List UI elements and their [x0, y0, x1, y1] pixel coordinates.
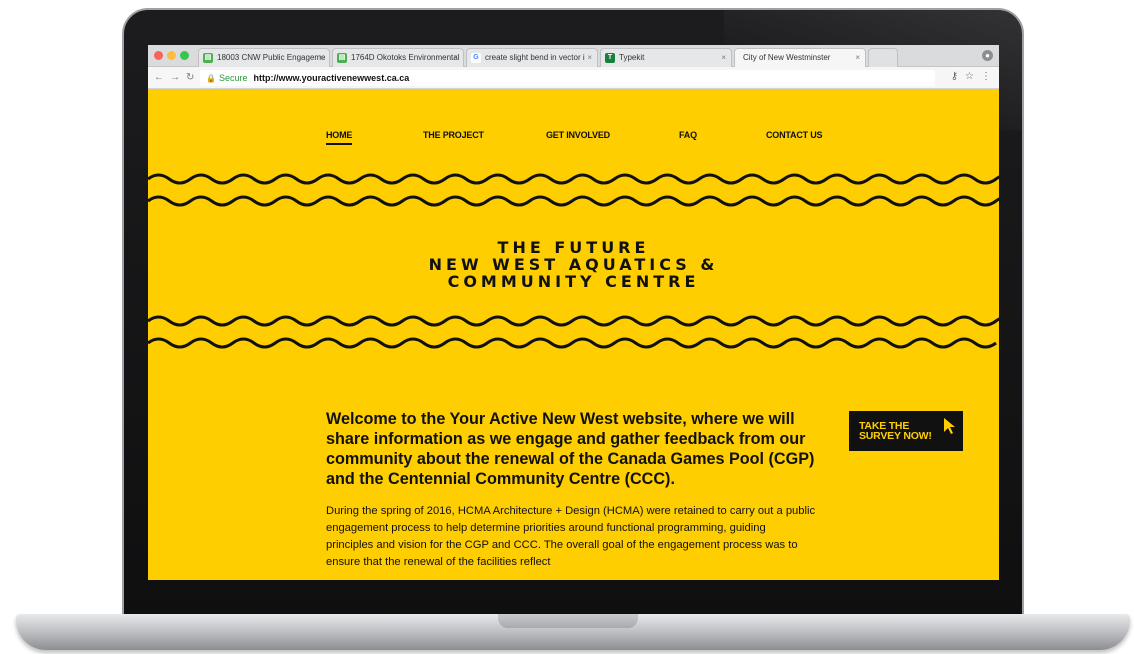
- hero-line-1: THE FUTURE: [497, 238, 650, 257]
- browser-window: ▤ 18003 CNW Public Engageme × ▤ 1764D Ok…: [148, 45, 999, 580]
- browser-tab-active[interactable]: City of New Westminster ×: [734, 48, 866, 67]
- take-survey-button[interactable]: TAKE THE SURVEY NOW!: [849, 411, 963, 451]
- wave-line: [148, 337, 997, 349]
- tab-bar: ▤ 18003 CNW Public Engageme × ▤ 1764D Ok…: [148, 45, 999, 67]
- hero-title: THE FUTURE NEW WEST AQUATICS & COMMUNITY…: [148, 239, 999, 290]
- nav-faq[interactable]: FAQ: [679, 130, 697, 140]
- browser-tab[interactable]: ▤ 18003 CNW Public Engageme ×: [198, 48, 330, 67]
- menu-dots-icon[interactable]: ⋮: [981, 71, 991, 82]
- close-tab-icon[interactable]: ×: [453, 49, 458, 66]
- cursor-arrow-icon: [944, 418, 955, 434]
- browser-tab[interactable]: T Typekit ×: [600, 48, 732, 67]
- url-input[interactable]: 🔒 Secure http://www.youractivenewwest.ca.c…: [200, 70, 935, 86]
- lock-icon: 🔒: [206, 74, 216, 83]
- close-tab-icon[interactable]: ×: [721, 49, 726, 66]
- address-bar: ← → ↻ 🔒 Secure http://www.youractivenewwes…: [148, 67, 999, 89]
- wave-line: [148, 173, 999, 185]
- nav-home[interactable]: HOME: [326, 130, 352, 145]
- hero-line-3: COMMUNITY CENTRE: [447, 272, 700, 291]
- toolbar-icons: ⚷ ☆ ⋮: [944, 71, 991, 82]
- typekit-icon: T: [605, 53, 615, 63]
- wave-line: [148, 315, 999, 327]
- document-icon: ▤: [203, 53, 213, 63]
- back-arrow-icon[interactable]: ←: [154, 71, 164, 85]
- new-tab-button[interactable]: [868, 48, 898, 67]
- browser-tab[interactable]: ▤ 1764D Okotoks Environmental ×: [332, 48, 464, 67]
- tab-title: City of New Westminster: [743, 53, 831, 62]
- nav-get-involved[interactable]: GET INVOLVED: [546, 130, 610, 140]
- browser-tab[interactable]: G create slight bend in vector i ×: [466, 48, 598, 67]
- nav-the-project[interactable]: THE PROJECT: [423, 130, 484, 140]
- close-window-button[interactable]: [154, 51, 163, 60]
- bottom-wave-divider: [148, 315, 999, 349]
- tab-title: create slight bend in vector i: [485, 53, 585, 62]
- close-tab-icon[interactable]: ×: [855, 49, 860, 66]
- maximize-window-button[interactable]: [180, 51, 189, 60]
- minimize-window-button[interactable]: [167, 51, 176, 60]
- hero-line-2: NEW WEST AQUATICS &: [428, 255, 719, 274]
- tab-title: 1764D Okotoks Environmental: [351, 53, 460, 62]
- wave-line: [148, 195, 999, 207]
- star-icon[interactable]: ☆: [965, 71, 974, 82]
- profile-icon[interactable]: ●: [982, 50, 993, 61]
- forward-arrow-icon[interactable]: →: [170, 71, 180, 85]
- document-icon: ▤: [337, 53, 347, 63]
- close-tab-icon[interactable]: ×: [319, 49, 324, 66]
- tab-title: Typekit: [619, 53, 645, 62]
- close-tab-icon[interactable]: ×: [587, 49, 592, 66]
- webpage: HOME THE PROJECT GET INVOLVED FAQ CONTAC…: [148, 89, 999, 580]
- laptop-notch: [498, 614, 638, 628]
- top-wave-divider: [148, 173, 999, 207]
- key-icon[interactable]: ⚷: [951, 71, 958, 82]
- tab-title: 18003 CNW Public Engageme: [217, 53, 326, 62]
- welcome-heading: Welcome to the Your Active New West webs…: [326, 410, 815, 488]
- intro-paragraph: During the spring of 2016, HCMA Architec…: [326, 505, 816, 568]
- reload-icon[interactable]: ↻: [186, 71, 194, 85]
- url-text: http://www.youractivenewwest.ca.ca: [253, 73, 410, 83]
- google-icon: G: [471, 53, 481, 63]
- site-navigation: HOME THE PROJECT GET INVOLVED FAQ CONTAC…: [148, 130, 999, 150]
- nav-contact-us[interactable]: CONTACT US: [766, 130, 823, 140]
- secure-label: Secure: [218, 73, 248, 83]
